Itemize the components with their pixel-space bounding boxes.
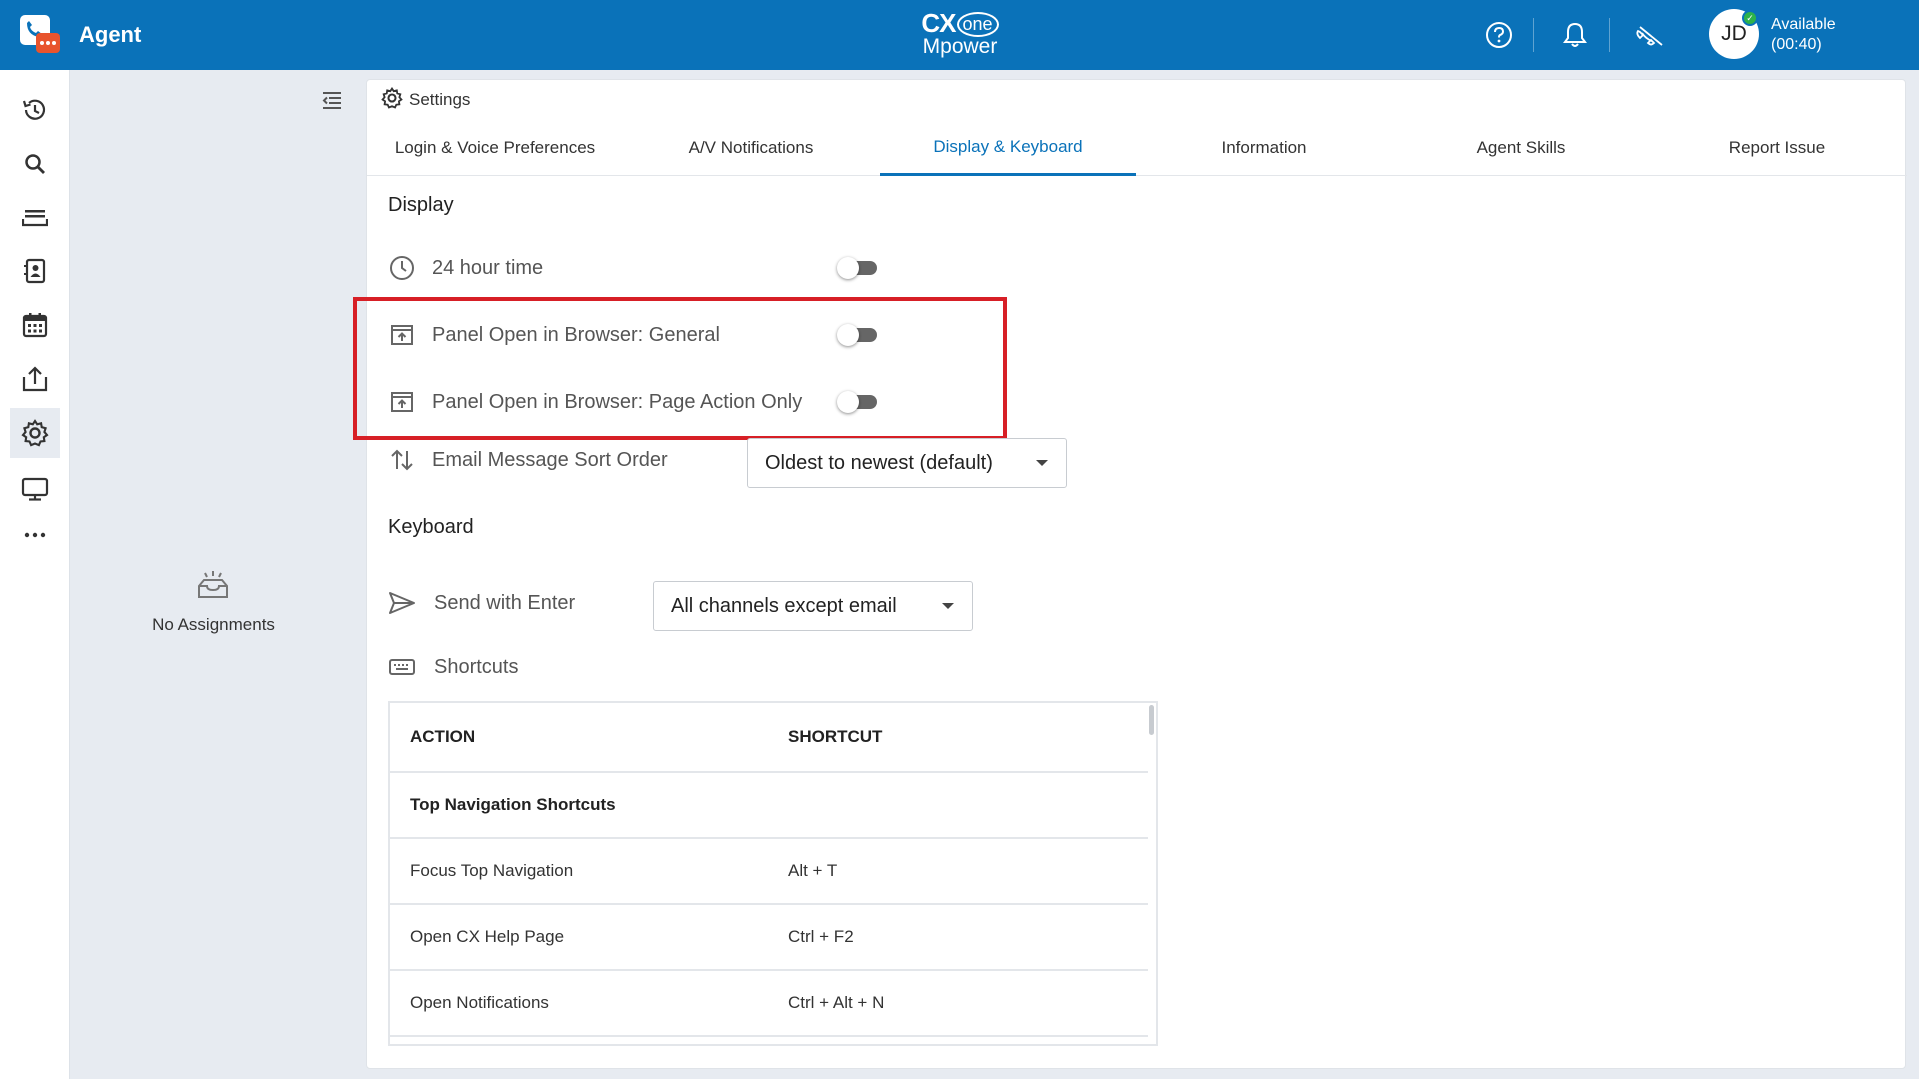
disconnected-phone-icon[interactable] [1633, 18, 1667, 52]
tab-av-notifications[interactable]: A/V Notifications [623, 120, 879, 176]
setting-label: Send with Enter [434, 591, 576, 614]
queue-list-icon[interactable] [10, 192, 60, 242]
shortcut-action: Open Notifications [410, 993, 549, 1012]
column-header-action: ACTION [410, 727, 476, 746]
table-scrollbar[interactable] [1149, 705, 1154, 735]
status-label: Available [1771, 16, 1836, 33]
send-arrow-icon [388, 589, 416, 617]
collapse-panel-icon[interactable] [320, 88, 344, 112]
settings-title: Settings [409, 90, 471, 109]
brand-one: one [956, 12, 999, 37]
setting-send-with-enter: Send with Enter [388, 586, 575, 620]
contacts-book-icon[interactable] [10, 246, 60, 296]
display-section-title: Display [388, 194, 454, 216]
setting-label: 24 hour time [432, 256, 544, 279]
keyboard-icon [388, 653, 416, 681]
setting-shortcuts: Shortcuts [388, 650, 518, 684]
top-bar: Agent CX one Mpower JD ✓ Available (00:40… [0, 0, 1919, 70]
divider [1533, 18, 1534, 52]
setting-email-sort-order: Email Message Sort Order [388, 443, 668, 477]
agent-status[interactable]: Available (00:40) [1771, 15, 1836, 55]
brand-cx: CX [921, 8, 956, 38]
table-header-row: ACTION SHORTCUT [390, 703, 1148, 773]
table-row: Focus Top Navigation Alt + T [390, 839, 1148, 905]
tab-agent-skills[interactable]: Agent Skills [1393, 120, 1649, 176]
shortcuts-table: ACTION SHORTCUT Top Navigation Shortcuts… [388, 701, 1158, 1046]
chevron-down-icon [1036, 460, 1048, 466]
setting-label: Email Message Sort Order [432, 448, 668, 471]
settings-panel: Settings Login & Voice Preferences A/V N… [353, 79, 1907, 1069]
column-header-shortcut: SHORTCUT [788, 727, 883, 746]
cxone-mpower-logo: CX one Mpower [912, 8, 1008, 60]
setting-label: Shortcuts [434, 655, 519, 678]
app-logo-icon [18, 13, 62, 57]
no-assignments-label: No Assignments [152, 615, 275, 634]
app-title: Agent [79, 22, 142, 47]
settings-gear-icon [381, 86, 403, 114]
help-icon[interactable] [1482, 18, 1516, 52]
shortcut-action: Open CX Help Page [410, 927, 565, 946]
clock-icon [388, 254, 416, 282]
setting-24-hour-time: 24 hour time [388, 251, 543, 285]
empty-tray-icon [196, 570, 230, 600]
settings-header: Settings [381, 86, 471, 114]
status-timer: (00:40) [1771, 36, 1822, 53]
chevron-down-icon [942, 603, 954, 609]
highlight-annotation-box [353, 297, 1007, 440]
table-group-row: Top Navigation Shortcuts [390, 773, 1148, 839]
assignments-panel: No Assignments [70, 70, 357, 1079]
share-upload-icon[interactable] [10, 354, 60, 404]
shortcut-keys: Alt + T [788, 861, 838, 880]
group-title: Top Navigation Shortcuts [410, 795, 616, 814]
dropdown-value: Oldest to newest (default) [765, 451, 993, 474]
shortcut-action: Focus Top Navigation [410, 861, 574, 880]
history-icon[interactable] [10, 85, 60, 135]
send-with-enter-dropdown[interactable]: All channels except email [653, 581, 973, 631]
dropdown-value: All channels except email [671, 594, 897, 617]
shortcut-keys: Ctrl + Alt + N [788, 993, 885, 1012]
divider [1609, 18, 1610, 52]
monitor-icon[interactable] [10, 464, 60, 514]
table-row: Open CX Help Page Ctrl + F2 [390, 905, 1148, 971]
search-icon[interactable] [10, 139, 60, 189]
tab-display-keyboard[interactable]: Display & Keyboard [880, 120, 1136, 176]
tab-information[interactable]: Information [1136, 120, 1392, 176]
left-navigation [0, 70, 70, 1079]
available-check-icon: ✓ [1742, 10, 1758, 26]
settings-gear-icon[interactable] [10, 408, 60, 458]
sort-arrows-icon [388, 446, 416, 474]
brand-mpower: Mpower [922, 35, 998, 58]
more-options-icon[interactable] [10, 510, 60, 560]
calendar-icon[interactable] [10, 300, 60, 350]
table-row: Open Notifications Ctrl + Alt + N [390, 971, 1148, 1037]
tab-report-issue[interactable]: Report Issue [1649, 120, 1905, 176]
keyboard-section-title: Keyboard [388, 516, 474, 538]
email-sort-order-dropdown[interactable]: Oldest to newest (default) [747, 438, 1067, 488]
tab-login-voice-preferences[interactable]: Login & Voice Preferences [367, 120, 623, 176]
bell-icon[interactable] [1558, 18, 1592, 52]
24-hour-time-toggle[interactable] [837, 257, 881, 279]
shortcut-keys: Ctrl + F2 [788, 927, 854, 946]
settings-tabs: Login & Voice Preferences A/V Notificati… [367, 120, 1907, 176]
